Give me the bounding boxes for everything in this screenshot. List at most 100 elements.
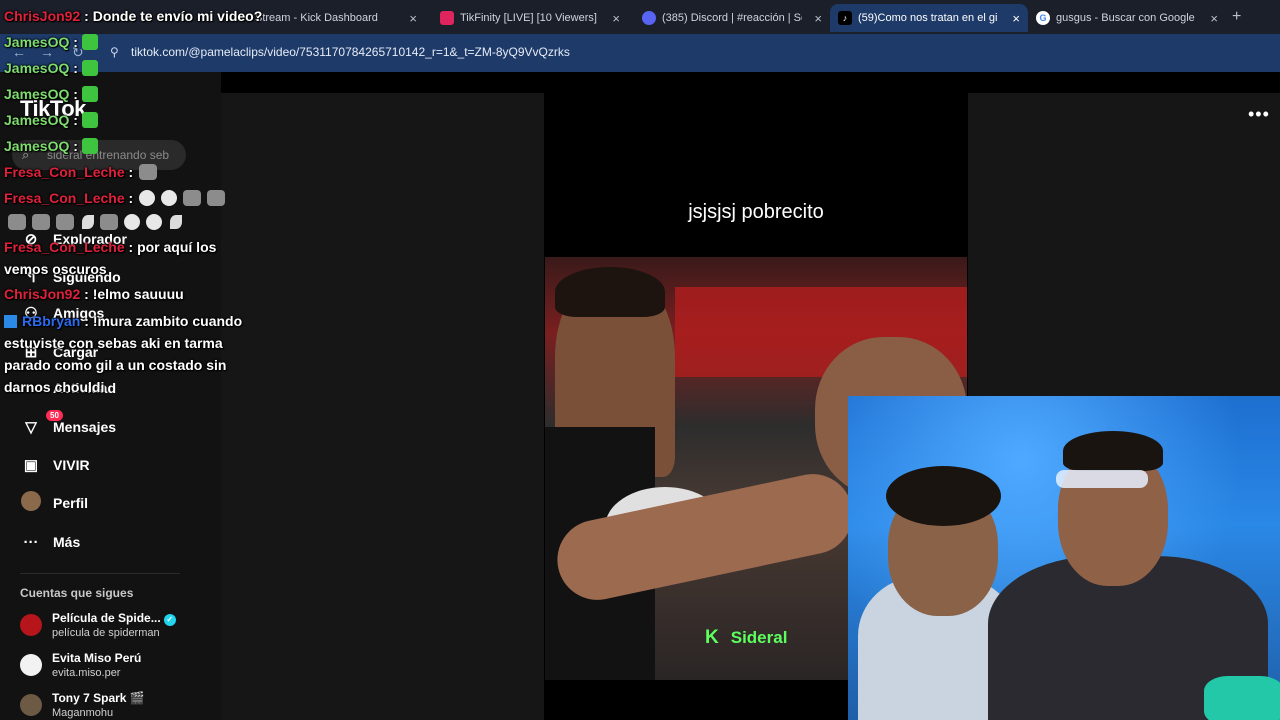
chat-separator: : xyxy=(128,164,134,180)
followed-account[interactable]: Evita Miso Perú evita.miso.per xyxy=(20,650,141,681)
chat-message: JamesOQ : xyxy=(4,138,98,154)
profile-icon xyxy=(20,491,42,515)
chat-separator: : xyxy=(128,190,134,206)
tab-close-icon[interactable]: × xyxy=(1210,11,1218,26)
tab-close-icon[interactable]: × xyxy=(409,11,417,26)
skull-emote-icon xyxy=(161,190,178,206)
tab-kick-dashboard[interactable]: Stream - Kick Dashboard × xyxy=(255,4,425,32)
chat-username: JamesOQ xyxy=(4,138,70,154)
video-backdrop-left xyxy=(221,93,544,720)
chat-message: JamesOQ : xyxy=(4,60,98,76)
nav-mas[interactable]: ··· Más xyxy=(20,530,81,554)
sunglasses xyxy=(1056,470,1148,488)
video-caption: jsjsjsj pobrecito xyxy=(688,201,824,223)
chat-separator: : xyxy=(84,313,89,329)
sidebar-divider xyxy=(20,573,180,574)
tab-google-search[interactable]: G gusgus - Buscar con Google × xyxy=(1030,4,1226,32)
messages-badge: 50 xyxy=(46,410,63,421)
chat-text: Donde te envío mi video? xyxy=(92,8,263,24)
avatar xyxy=(20,654,42,676)
tab-tikfinity[interactable]: TikFinity [LIVE] [10 Viewers] × xyxy=(432,4,628,32)
tab-label: gusgus - Buscar con Google xyxy=(1056,12,1195,24)
google-icon: G xyxy=(1036,11,1050,25)
nav-label: Más xyxy=(53,534,81,550)
account-name: Película de Spide... xyxy=(52,611,161,625)
skull-emote-icon xyxy=(124,214,140,230)
live-icon: ▣ xyxy=(23,457,39,474)
skull-emote-icon xyxy=(146,214,162,230)
streamer-hair xyxy=(886,466,1001,526)
account-handle: Maganmohu xyxy=(52,707,114,719)
messages-icon: ▽ 50 xyxy=(20,410,63,436)
chat-separator: : xyxy=(84,286,89,302)
chat-message: Fresa_Con_Leche : xyxy=(4,164,158,180)
chat-username: JamesOQ xyxy=(4,86,70,102)
nav-label: Perfil xyxy=(53,495,89,511)
url-field[interactable]: tiktok.com/@pamelaclips/video/7531170784… xyxy=(131,45,570,59)
leaf-emote-icon xyxy=(170,215,182,229)
watermark-text: Sideral xyxy=(730,628,788,647)
chat-separator: : xyxy=(73,86,78,102)
chat-message: RBbryan : !mura zambito cuando estuviste… xyxy=(4,310,254,398)
cat-emote-icon xyxy=(207,190,226,206)
chat-message: Fresa_Con_Leche : xyxy=(4,190,226,206)
chat-separator: : xyxy=(73,34,78,50)
tab-label: Stream - Kick Dashboard xyxy=(255,12,378,24)
chat-text: !elmo sauuuu xyxy=(92,286,184,302)
chat-username: Fresa_Con_Leche xyxy=(4,190,125,206)
tab-tiktok-video[interactable]: ♪ (59)Como nos tratan en el gimr × xyxy=(830,4,1028,32)
cup xyxy=(1204,676,1280,720)
tiktok-icon: ♪ xyxy=(838,11,852,25)
chat-username: JamesOQ xyxy=(4,34,70,50)
nav-label: Mensajes xyxy=(53,419,117,435)
nav-vivir[interactable]: ▣ VIVIR xyxy=(20,453,90,477)
site-info-icon[interactable]: ⚲ xyxy=(110,45,119,59)
chat-username: ChrisJon92 xyxy=(4,8,81,24)
tab-label: (59)Como nos tratan en el gimr xyxy=(858,12,998,24)
chat-separator: : xyxy=(84,8,89,24)
emote-icon xyxy=(81,138,98,154)
account-name: Tony 7 Spark 🎬 xyxy=(52,691,145,705)
chat-emote-row xyxy=(2,214,182,230)
tab-close-icon[interactable]: × xyxy=(814,11,822,26)
streamer-hair xyxy=(1063,431,1163,471)
cat-emote-icon xyxy=(139,164,158,180)
chat-username: Fresa_Con_Leche xyxy=(4,239,125,255)
nav-label: VIVIR xyxy=(53,457,90,473)
account-handle: película de spiderman xyxy=(52,627,160,639)
emote-icon xyxy=(81,86,98,102)
followed-account[interactable]: Película de Spide... ✓ película de spider… xyxy=(20,610,176,641)
discord-icon xyxy=(642,11,656,25)
tab-discord[interactable]: (385) Discord | #reacción | Serv × xyxy=(634,4,830,32)
cat-emote-icon xyxy=(32,214,50,230)
cat-emote-icon xyxy=(100,214,118,230)
emote-icon xyxy=(81,34,98,50)
cat-emote-icon xyxy=(8,214,26,230)
person-hair xyxy=(555,267,665,317)
chat-message: Fresa_Con_Leche : por aquí los vemos osc… xyxy=(4,236,254,280)
nav-perfil[interactable]: Perfil xyxy=(20,491,88,515)
tab-close-icon[interactable]: × xyxy=(1012,11,1020,26)
webcam-overlay xyxy=(848,396,1280,720)
chat-message: JamesOQ : xyxy=(4,86,98,102)
chat-username: Fresa_Con_Leche xyxy=(4,164,125,180)
new-tab-button[interactable]: + xyxy=(1232,8,1241,26)
chat-message: JamesOQ : xyxy=(4,34,98,50)
cat-emote-icon xyxy=(56,214,74,230)
nav-mensajes[interactable]: ▽ 50 Mensajes xyxy=(20,410,117,439)
avatar xyxy=(20,614,42,636)
chat-separator: : xyxy=(73,138,78,154)
chat-username: JamesOQ xyxy=(4,112,70,128)
account-name: Evita Miso Perú xyxy=(52,651,142,665)
tab-close-icon[interactable]: × xyxy=(612,11,620,26)
tab-label: (385) Discord | #reacción | Serv xyxy=(662,12,802,24)
more-options-button[interactable]: ••• xyxy=(1248,104,1270,125)
emote-icon xyxy=(81,60,98,76)
chat-username: JamesOQ xyxy=(4,60,70,76)
tab-label: TikFinity [LIVE] [10 Viewers] xyxy=(460,12,597,24)
chat-username: RBbryan xyxy=(22,313,81,329)
chat-message: ChrisJon92 : Donde te envío mi video? xyxy=(4,8,262,24)
followed-account[interactable]: Tony 7 Spark 🎬 Maganmohu xyxy=(20,690,145,720)
sideral-watermark: K Sideral xyxy=(705,627,787,649)
tikfinity-icon xyxy=(440,11,454,25)
